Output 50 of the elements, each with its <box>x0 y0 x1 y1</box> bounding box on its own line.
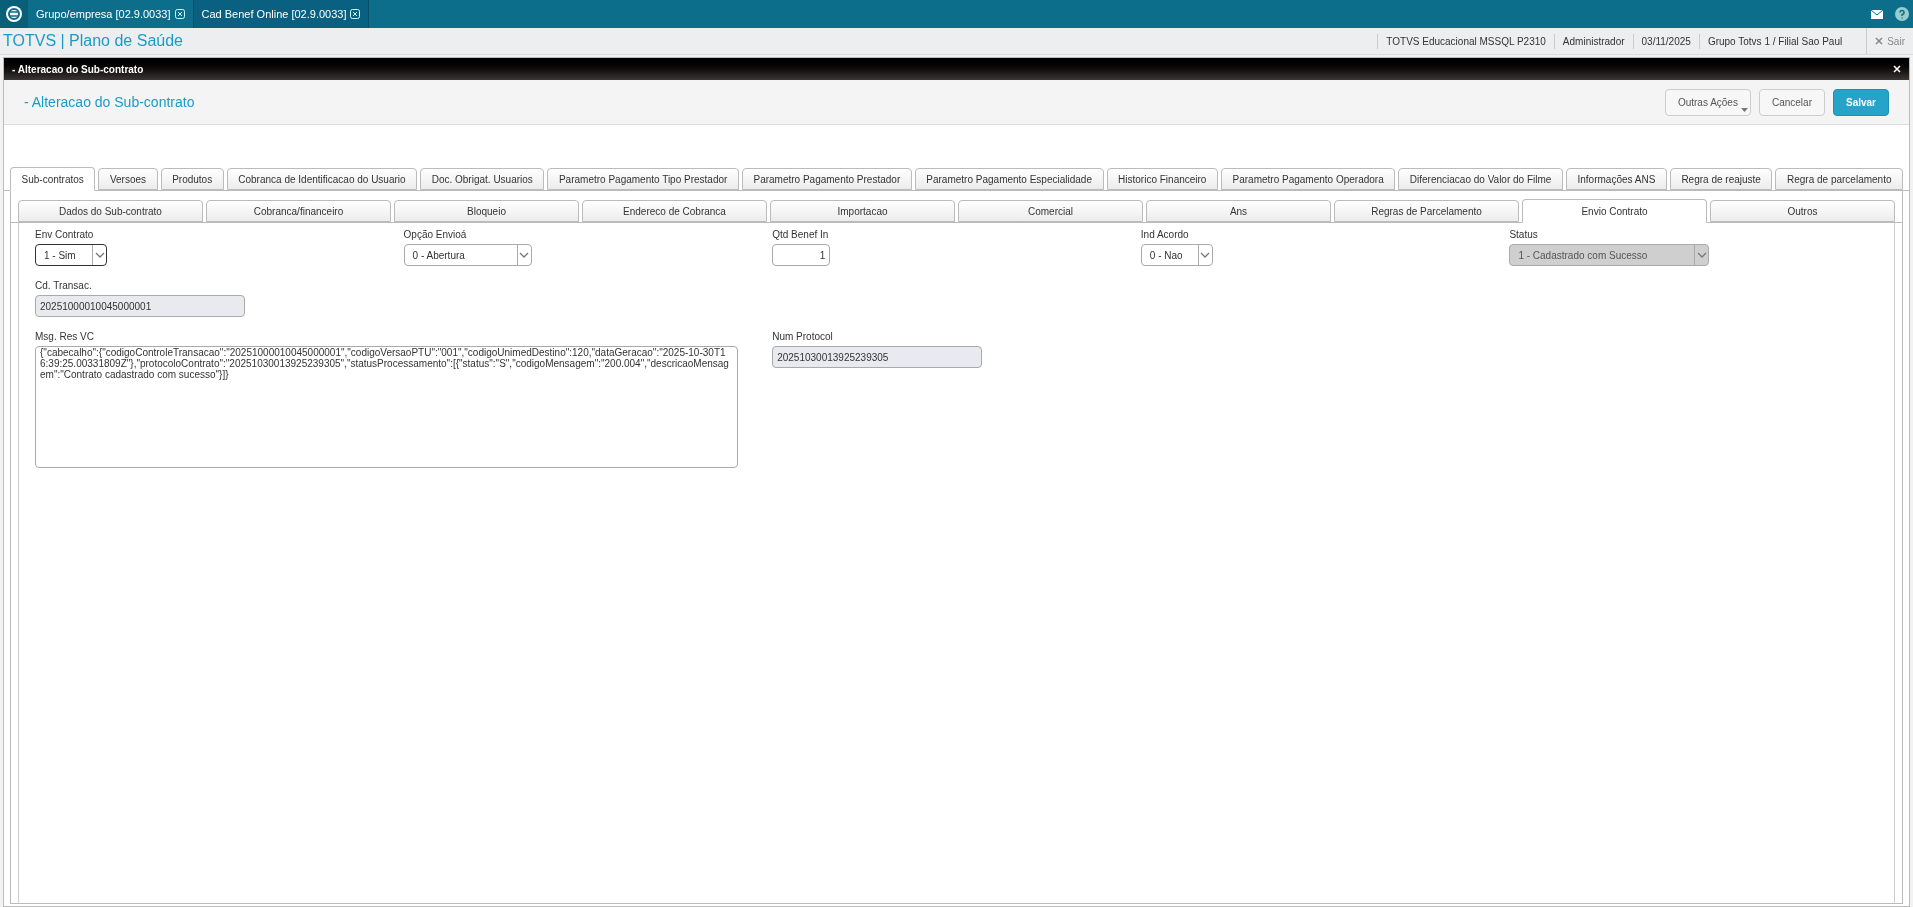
subtab[interactable]: Importacao <box>770 200 955 222</box>
header-info: Grupo Totvs 1 / Filial Sao Paul <box>1698 33 1851 49</box>
window-title: - Alteracao do Sub-contrato <box>12 62 145 77</box>
subtab[interactable]: Bloqueio <box>394 200 579 222</box>
dropdown[interactable]: 0 - Abertura <box>403 244 532 266</box>
subtab[interactable]: Ans <box>1146 200 1331 222</box>
input-field[interactable]: 1 <box>772 244 831 266</box>
field-label: Qtd Benef In <box>772 228 830 242</box>
header-info: 03/11/2025 <box>1632 33 1699 49</box>
more-actions-button[interactable]: Outras Ações <box>1664 88 1751 116</box>
dialog-heading: - Alteracao do Sub-contrato <box>24 92 196 112</box>
dropdown[interactable]: 1 - Sim <box>35 244 107 266</box>
subtab[interactable]: Endereco de Cobranca <box>582 200 767 222</box>
dropdown[interactable]: 0 - Nao <box>1140 244 1213 266</box>
input-field[interactable]: 20251030013925239305 <box>772 346 983 368</box>
field-label: Cd. Transac. <box>35 279 93 293</box>
tab[interactable]: Diferenciacao do Valor do Filme <box>1398 168 1563 190</box>
subtab[interactable]: Dados do Sub-contrato <box>18 200 203 222</box>
tab[interactable]: Parametro Pagamento Prestador <box>741 168 912 190</box>
tab[interactable]: Versoes <box>98 168 158 190</box>
field-label: Opção Envioá <box>403 228 468 242</box>
tab[interactable]: Parametro Pagamento Tipo Prestador <box>547 168 739 190</box>
subtab[interactable]: Cobranca/financeiro <box>206 200 391 222</box>
tab[interactable]: Produtos <box>160 168 224 190</box>
tab[interactable]: Regra de reajuste <box>1669 168 1773 190</box>
field-label: Ind Acordo <box>1140 228 1190 242</box>
tab[interactable]: Parametro Pagamento Operadora <box>1221 168 1396 190</box>
tab[interactable]: Regra de parcelamento <box>1775 168 1904 190</box>
subtab[interactable]: Envio Contrato <box>1522 199 1707 223</box>
field-label: Msg. Res VC <box>35 330 95 344</box>
field-label: Num Protocol <box>772 330 834 344</box>
tab[interactable]: Informações ANS <box>1565 168 1667 190</box>
dropdown[interactable]: 1 - Cadastrado com Sucesso <box>1509 244 1710 266</box>
tab[interactable]: Sub-contratos <box>10 167 96 191</box>
tab[interactable]: Cobranca de Identificacao do Usuario <box>226 168 418 190</box>
input-field[interactable]: 20251000010045000001 <box>35 295 245 317</box>
subtab[interactable]: Outros <box>1710 200 1895 222</box>
tab[interactable]: Doc. Obrigat. Usuarios <box>420 168 545 190</box>
field-label: Status <box>1509 228 1539 242</box>
header-info: Administrador <box>1553 33 1633 49</box>
message-textarea[interactable]: {"cabecalho":{"codigoControleTransacao":"20251000010045000001","codigoVersaoPTU":"001","codigoUnimedDestino":120,"dataGeracao":"2025-10-30T16:39:25.00331809Z"},"protocoloContrato":"20251030013925239305","statusProcessamento":[{"status":"S","codigoMensagem":"200.004","descricaoMensagem":"Contrato cadastrado com sucesso"}]} <box>35 346 738 468</box>
subtab[interactable]: Comercial <box>958 200 1143 222</box>
tab[interactable]: Parametro Pagamento Especialidade <box>914 168 1104 190</box>
field-label: Env Contrato <box>35 228 95 242</box>
app-tab[interactable]: Cad Benef Online [02.9.0033] <box>193 0 370 28</box>
subtab[interactable]: Regras de Parcelamento <box>1334 200 1519 222</box>
app-title: TOTVS | Plano de Saúde <box>2 31 183 51</box>
tab[interactable]: Historico Financeiro <box>1106 168 1218 190</box>
header-info: TOTVS Educacional MSSQL P2310 <box>1377 33 1554 49</box>
cancel-button[interactable]: Cancelar <box>1758 88 1825 116</box>
